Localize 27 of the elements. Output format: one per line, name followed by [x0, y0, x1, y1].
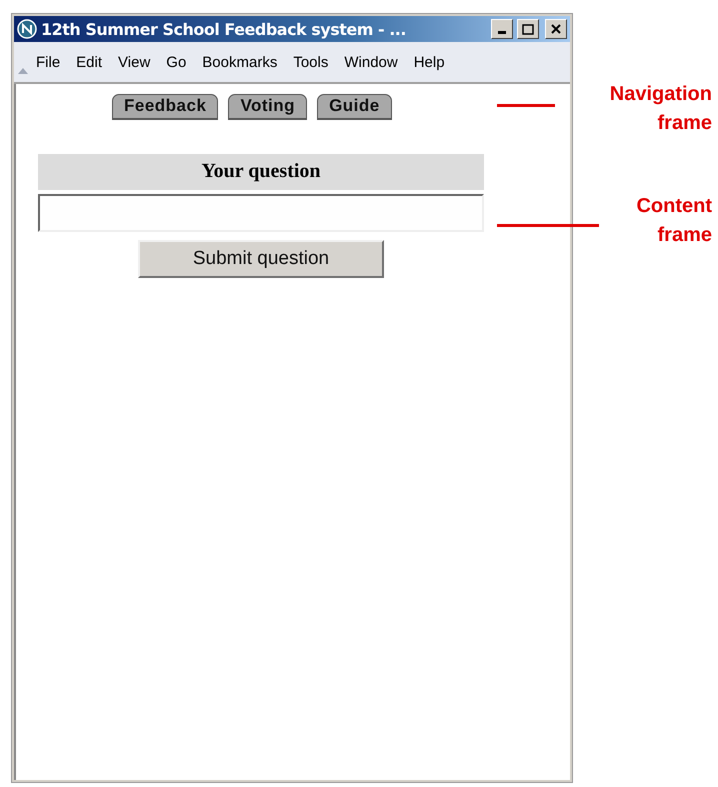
- menu-item[interactable]: Edit: [68, 54, 110, 70]
- close-button[interactable]: [545, 19, 567, 39]
- annotation-label: Navigation: [610, 82, 712, 107]
- menu-item[interactable]: Bookmarks: [194, 54, 286, 70]
- nav-tab[interactable]: Feedback: [112, 94, 218, 120]
- menu-item[interactable]: View: [110, 54, 158, 70]
- window-title: 12th Summer School Feedback system - ...: [41, 20, 407, 38]
- menu-item[interactable]: Window: [336, 54, 406, 70]
- nav-tab[interactable]: Voting: [228, 94, 308, 120]
- question-field[interactable]: [38, 194, 484, 232]
- nav-tab[interactable]: Guide: [317, 94, 392, 120]
- menu-item[interactable]: Tools: [285, 54, 336, 70]
- maximize-button[interactable]: [517, 19, 539, 39]
- menu-item[interactable]: File: [28, 54, 68, 70]
- menu-item[interactable]: Help: [406, 54, 453, 70]
- leader-line: [497, 104, 555, 107]
- menu-item[interactable]: Go: [158, 54, 194, 70]
- maximize-icon: [522, 24, 534, 34]
- minimize-icon: [498, 31, 506, 34]
- submit-button[interactable]: Submit question: [138, 240, 384, 278]
- browser-logo-icon: [17, 19, 37, 39]
- minimize-button[interactable]: [491, 19, 513, 39]
- annotation-label: frame: [656, 223, 712, 248]
- close-icon: [551, 24, 561, 34]
- annotation-label: Content: [636, 194, 712, 219]
- annotation-label: frame: [656, 111, 712, 136]
- form-heading: Your question: [38, 154, 484, 190]
